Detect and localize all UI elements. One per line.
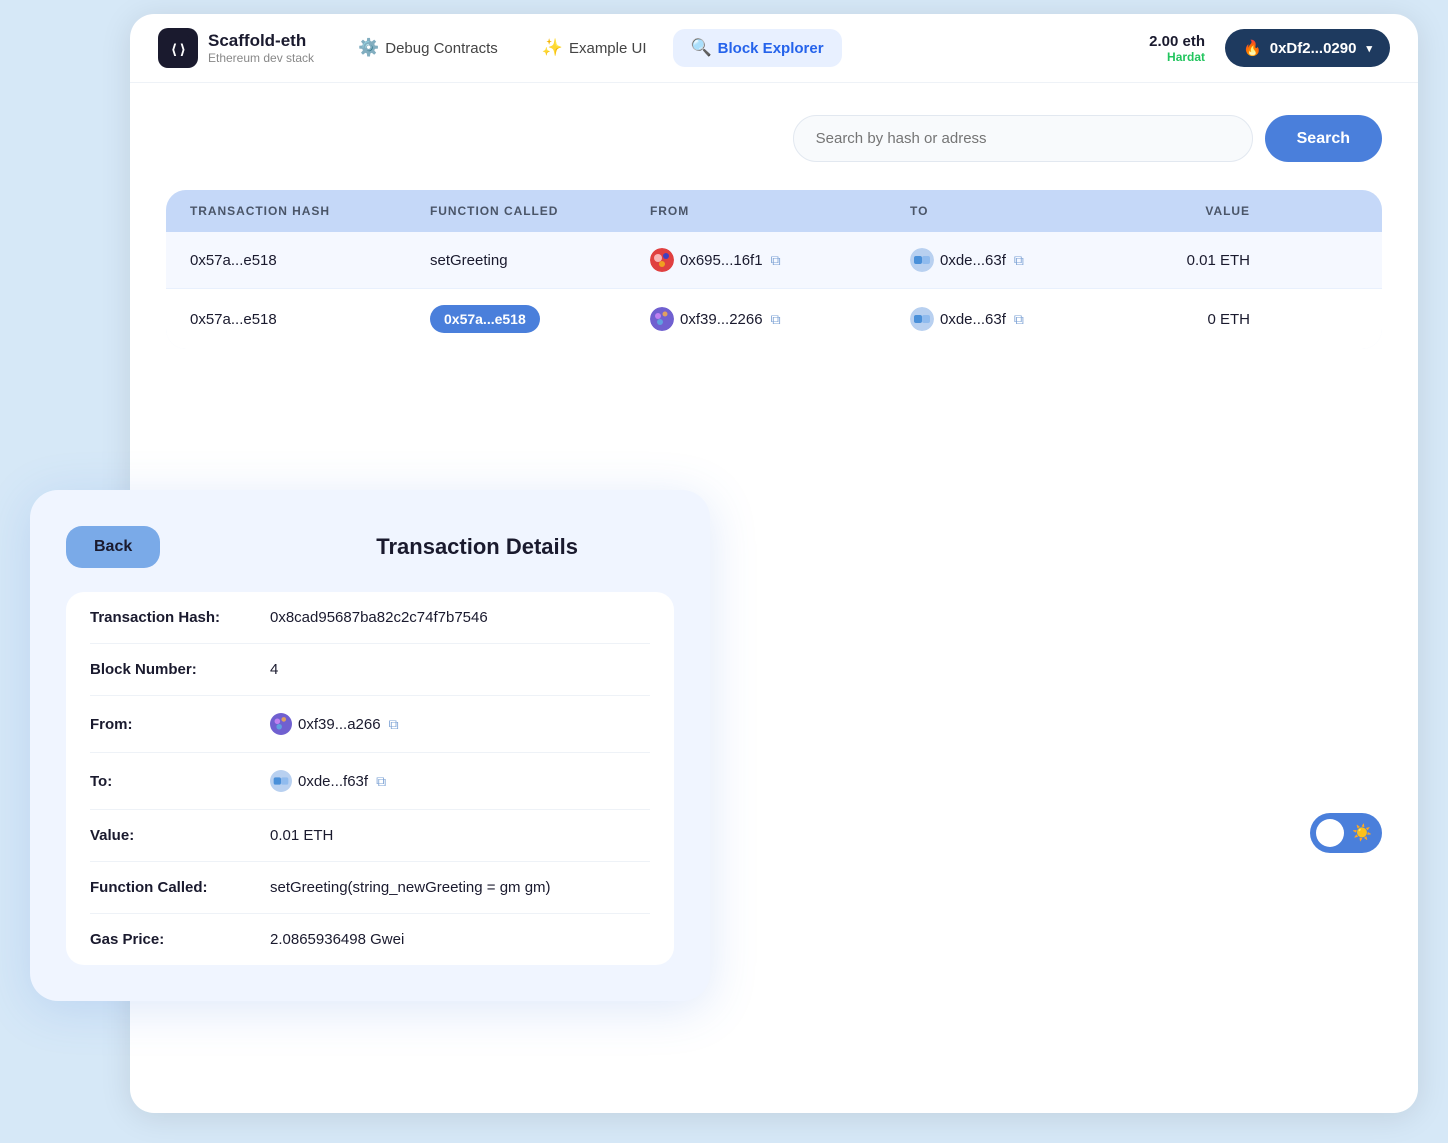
tx-from-1: 0x695...16f1 ⧉ xyxy=(650,248,910,272)
label-tx-hash: Transaction Hash: xyxy=(90,609,250,626)
theme-toggle-button[interactable]: ☀️ xyxy=(1310,813,1382,853)
function-label-1: setGreeting xyxy=(430,252,508,269)
nav-debug-contracts[interactable]: ⚙️ Debug Contracts xyxy=(340,29,516,67)
label-block-number: Block Number: xyxy=(90,661,250,678)
table-row[interactable]: 0x57a...e518 0x57a...e518 0xf39...2266 ⧉ xyxy=(166,289,1382,349)
wallet-info: 2.00 eth Hardat xyxy=(1149,33,1205,64)
to-avatar-icon-2 xyxy=(910,307,934,331)
label-value: Value: xyxy=(90,827,250,844)
brand: ⟨⟩ Scaffold-eth Ethereum dev stack xyxy=(158,28,314,68)
to-address-1: 0xde...63f xyxy=(940,252,1006,269)
to-address-2: 0xde...63f xyxy=(940,311,1006,328)
wallet-network: Hardat xyxy=(1167,50,1205,64)
copy-from-icon-2[interactable]: ⧉ xyxy=(771,311,781,328)
transactions-table: TRANSACTION HASH FUNCTION CALLED FROM TO… xyxy=(166,190,1382,349)
theme-toggle-wrap: ☀️ xyxy=(1310,813,1382,853)
detail-row-function: Function Called: setGreeting(string_newG… xyxy=(90,862,650,914)
table-header: TRANSACTION HASH FUNCTION CALLED FROM TO… xyxy=(166,190,1382,232)
table-row[interactable]: 0x57a...e518 setGreeting 0x695...16f1 xyxy=(166,232,1382,289)
back-button[interactable]: Back xyxy=(66,526,160,568)
navbar: ⟨⟩ Scaffold-eth Ethereum dev stack ⚙️ De… xyxy=(130,14,1418,83)
label-gas-price: Gas Price: xyxy=(90,931,250,948)
sun-icon: ☀️ xyxy=(1352,823,1372,843)
col-header-to: TO xyxy=(910,204,1130,218)
brand-logo-icon: ⟨⟩ xyxy=(158,28,198,68)
copy-from-icon-1[interactable]: ⧉ xyxy=(771,252,781,269)
label-from: From: xyxy=(90,716,250,733)
label-to: To: xyxy=(90,773,250,790)
nav-example-label: Example UI xyxy=(569,40,647,57)
explorer-icon: 🔍 xyxy=(691,38,712,58)
detail-copy-to-icon[interactable]: ⧉ xyxy=(376,773,386,790)
value-tx-hash: 0x8cad95687ba82c2c74f7b7546 xyxy=(270,609,488,626)
value-block-number: 4 xyxy=(270,661,278,678)
value-function: setGreeting(string_newGreeting = gm gm) xyxy=(270,879,551,896)
value-from: 0xf39...a266 ⧉ xyxy=(270,713,399,735)
example-icon: ✨ xyxy=(542,38,563,58)
col-header-function: FUNCTION CALLED xyxy=(430,204,650,218)
details-inner: Transaction Hash: 0x8cad95687ba82c2c74f7… xyxy=(66,592,674,965)
chevron-down-icon: ▾ xyxy=(1366,42,1372,55)
copy-to-icon-2[interactable]: ⧉ xyxy=(1014,311,1024,328)
content-area: Search TRANSACTION HASH FUNCTION CALLED … xyxy=(130,83,1418,413)
brand-subtitle: Ethereum dev stack xyxy=(208,51,314,65)
brand-name: Scaffold-eth xyxy=(208,31,314,51)
detail-from-address: 0xf39...a266 xyxy=(298,716,381,733)
tx-value-1: 0.01 ETH xyxy=(1130,252,1250,269)
tx-to-1: 0xde...63f ⧉ xyxy=(910,248,1130,272)
details-header: Back Transaction Details xyxy=(66,526,674,568)
tx-hash-2: 0x57a...e518 xyxy=(190,311,430,328)
col-header-value: VALUE xyxy=(1130,204,1250,218)
wallet-address-button[interactable]: 🔥 0xDf2...0290 ▾ xyxy=(1225,29,1390,67)
detail-row-gas: Gas Price: 2.0865936498 Gwei xyxy=(90,914,650,965)
detail-to-avatar-icon xyxy=(270,770,292,792)
search-input-wrap xyxy=(793,115,1253,162)
detail-row-hash: Transaction Hash: 0x8cad95687ba82c2c74f7… xyxy=(90,592,650,644)
detail-to-address: 0xde...f63f xyxy=(298,773,368,790)
nav-explorer-label: Block Explorer xyxy=(718,40,824,57)
svg-text:⟨⟩: ⟨⟩ xyxy=(170,42,187,58)
detail-copy-from-icon[interactable]: ⧉ xyxy=(389,716,399,733)
detail-row-to: To: 0xde...f63f ⧉ xyxy=(90,753,650,810)
debug-icon: ⚙️ xyxy=(358,38,379,58)
from-address-1: 0x695...16f1 xyxy=(680,252,763,269)
detail-row-value: Value: 0.01 ETH xyxy=(90,810,650,862)
toggle-knob xyxy=(1316,819,1344,847)
wallet-flame-icon: 🔥 xyxy=(1243,39,1262,57)
value-value: 0.01 ETH xyxy=(270,827,333,844)
tx-value-2: 0 ETH xyxy=(1130,311,1250,328)
tx-function-2: 0x57a...e518 xyxy=(430,305,650,333)
col-header-hash: TRANSACTION HASH xyxy=(190,204,430,218)
copy-to-icon-1[interactable]: ⧉ xyxy=(1014,252,1024,269)
wallet-address-text: 0xDf2...0290 xyxy=(1270,40,1357,57)
nav-example-ui[interactable]: ✨ Example UI xyxy=(524,29,665,67)
from-avatar-icon-1 xyxy=(650,248,674,272)
col-header-from: FROM xyxy=(650,204,910,218)
search-button[interactable]: Search xyxy=(1265,115,1382,162)
value-gas-price: 2.0865936498 Gwei xyxy=(270,931,404,948)
from-avatar-icon-2 xyxy=(650,307,674,331)
nav-block-explorer[interactable]: 🔍 Block Explorer xyxy=(673,29,842,67)
tx-hash-1: 0x57a...e518 xyxy=(190,252,430,269)
tx-function-1: setGreeting xyxy=(430,252,650,269)
to-avatar-icon-1 xyxy=(910,248,934,272)
label-function: Function Called: xyxy=(90,879,250,896)
details-title: Transaction Details xyxy=(280,534,674,560)
value-to: 0xde...f63f ⧉ xyxy=(270,770,386,792)
transaction-details-card: Back Transaction Details Transaction Has… xyxy=(30,490,710,1001)
tx-from-2: 0xf39...2266 ⧉ xyxy=(650,307,910,331)
detail-row-from: From: 0xf39...a266 ⧉ xyxy=(90,696,650,753)
nav-debug-label: Debug Contracts xyxy=(385,40,498,57)
wallet-balance: 2.00 eth xyxy=(1149,33,1205,50)
detail-from-avatar-icon xyxy=(270,713,292,735)
search-row: Search xyxy=(166,115,1382,162)
tx-to-2: 0xde...63f ⧉ xyxy=(910,307,1130,331)
brand-text: Scaffold-eth Ethereum dev stack xyxy=(208,31,314,65)
from-address-2: 0xf39...2266 xyxy=(680,311,763,328)
search-input[interactable] xyxy=(793,115,1253,162)
function-badge-2: 0x57a...e518 xyxy=(430,305,540,333)
detail-row-block: Block Number: 4 xyxy=(90,644,650,696)
